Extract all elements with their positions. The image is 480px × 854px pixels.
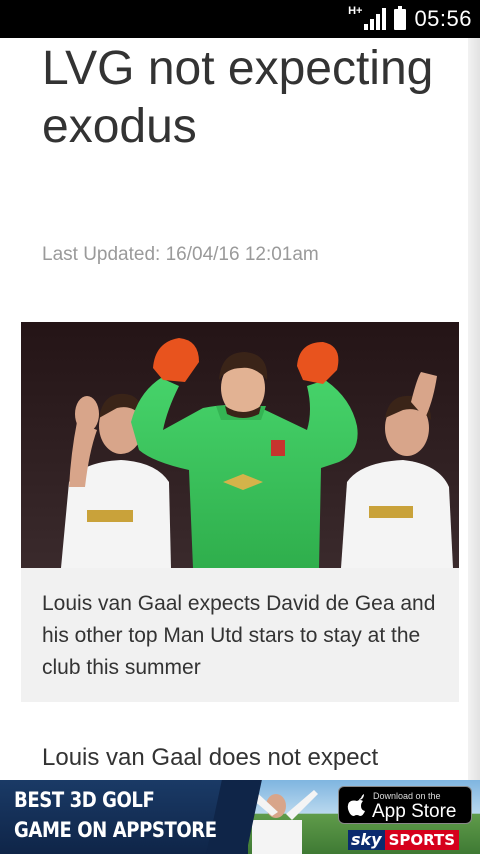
sky-logo-text: sky <box>348 830 385 850</box>
sports-logo-text: SPORTS <box>384 830 460 850</box>
app-store-badge[interactable]: Download on the App Store <box>338 786 472 824</box>
ad-headline-line-2: GAME ON APPSTORE <box>14 818 217 842</box>
status-bar: H+ 05:56 <box>0 0 480 38</box>
scroll-edge <box>468 38 480 780</box>
article-body-first-line: Louis van Gaal does not expect <box>42 744 379 771</box>
app-store-small-text: Download on the <box>373 791 441 801</box>
battery-icon <box>394 5 407 30</box>
players-celebrating-illustration <box>21 322 459 568</box>
ad-headline-line-1: BEST 3D GOLF <box>14 788 155 812</box>
article-headline: LVG not expecting exodus <box>42 42 434 153</box>
apple-icon <box>347 794 365 816</box>
image-caption: Louis van Gaal expects David de Gea and … <box>42 592 436 679</box>
status-clock: 05:56 <box>414 6 472 31</box>
app-store-big-text: App Store <box>372 801 457 822</box>
article-image[interactable] <box>21 322 459 568</box>
sky-sports-logo: sky SPORTS <box>348 830 460 850</box>
network-type-label: H+ <box>348 5 363 17</box>
signal-icon <box>364 8 387 30</box>
ad-banner[interactable]: BEST 3D GOLF GAME ON APPSTORE Download o… <box>0 780 480 854</box>
last-updated: Last Updated: 16/04/16 12:01am <box>42 244 319 265</box>
status-icons: H+ 05:56 <box>348 0 472 38</box>
image-caption-box: Louis van Gaal expects David de Gea and … <box>21 568 459 702</box>
